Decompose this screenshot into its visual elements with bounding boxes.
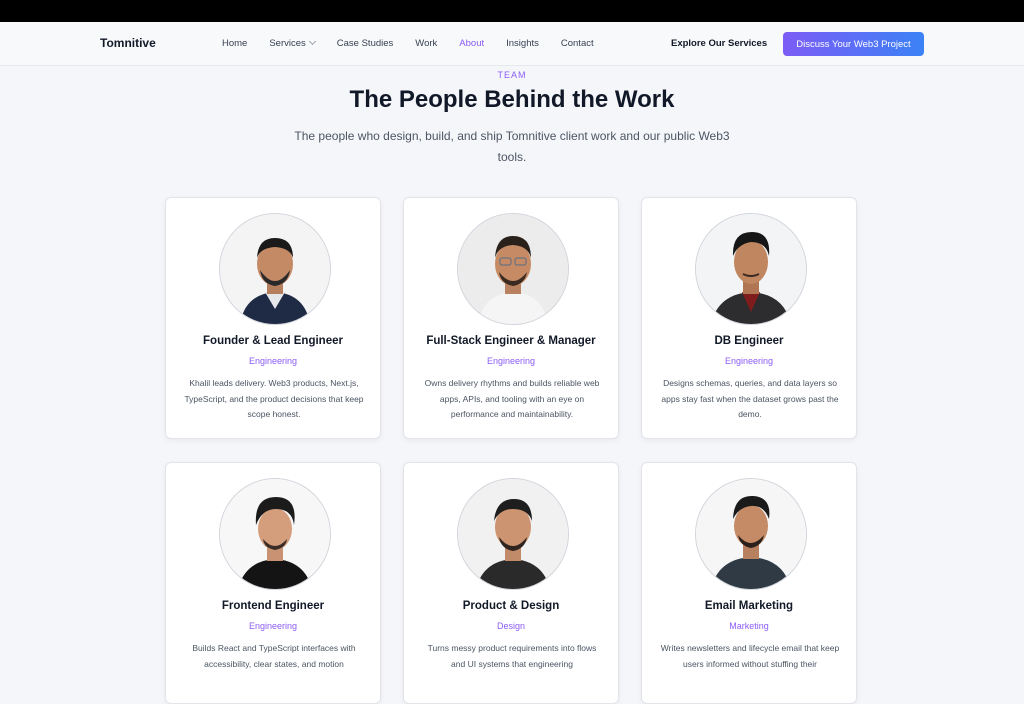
member-description: Khalil leads delivery. Web3 products, Ne…: [184, 378, 364, 419]
explore-services-link[interactable]: Explore Our Services: [671, 38, 767, 49]
member-description: Turns messy product requirements into fl…: [427, 643, 597, 669]
team-card: Full-Stack Engineer & Manager Engineerin…: [403, 197, 619, 439]
team-card: Email Marketing Marketing Writes newslet…: [641, 462, 857, 704]
nav-item-contact[interactable]: Contact: [561, 38, 594, 49]
nav-item-insights[interactable]: Insights: [506, 38, 539, 49]
section-eyebrow: TEAM: [497, 70, 527, 80]
avatar: [695, 478, 807, 590]
nav-item-home[interactable]: Home: [222, 38, 247, 49]
avatar: [219, 213, 331, 325]
avatar: [457, 478, 569, 590]
page-title: The People Behind the Work: [349, 86, 675, 113]
browser-top-bar: [0, 0, 1024, 22]
member-role: Founder & Lead Engineer: [203, 335, 343, 347]
member-department: Engineering: [724, 356, 774, 366]
member-department: Marketing: [729, 621, 769, 631]
nav-item-services[interactable]: Services: [269, 37, 316, 49]
member-role: Frontend Engineer: [221, 600, 325, 612]
nav-item-services-label: Services: [269, 38, 306, 49]
member-department: Engineering: [248, 356, 298, 366]
member-department: Design: [496, 621, 525, 631]
member-role: Email Marketing: [704, 600, 794, 612]
member-department: Engineering: [486, 356, 536, 366]
main-menu: Home Services Case Studies Work About In…: [222, 37, 616, 49]
avatar: [457, 213, 569, 325]
member-role: Full-Stack Engineer & Manager: [426, 335, 596, 347]
team-card: Product & Design Design Turns messy prod…: [403, 462, 619, 704]
page-subtitle: The people who design, build, and ship T…: [294, 129, 730, 164]
member-role: Product & Design: [462, 600, 560, 612]
member-description: Owns delivery rhythms and builds reliabl…: [424, 378, 600, 419]
discuss-project-button[interactable]: Discuss Your Web3 Project: [783, 32, 924, 56]
avatar: [219, 478, 331, 590]
nav-item-about[interactable]: About: [459, 38, 484, 49]
member-department: Engineering: [248, 621, 298, 631]
brand-logo[interactable]: Tomnitive: [100, 36, 156, 50]
team-card: Founder & Lead Engineer Engineering Khal…: [165, 197, 381, 439]
member-description: Writes newsletters and lifecycle email t…: [660, 643, 840, 669]
avatar: [695, 213, 807, 325]
nav-item-work[interactable]: Work: [415, 38, 437, 49]
top-navigation: Tomnitive Home Services Case Studies Wor…: [0, 22, 1024, 66]
nav-item-case-studies[interactable]: Case Studies: [337, 38, 394, 49]
chevron-down-icon: [308, 37, 316, 46]
member-role: DB Engineer: [714, 335, 784, 347]
member-description: Designs schemas, queries, and data layer…: [661, 378, 839, 419]
team-card: Frontend Engineer Engineering Builds Rea…: [165, 462, 381, 704]
team-card: DB Engineer Engineering Designs schemas,…: [641, 197, 857, 439]
member-description: Builds React and TypeScript interfaces w…: [192, 643, 356, 669]
